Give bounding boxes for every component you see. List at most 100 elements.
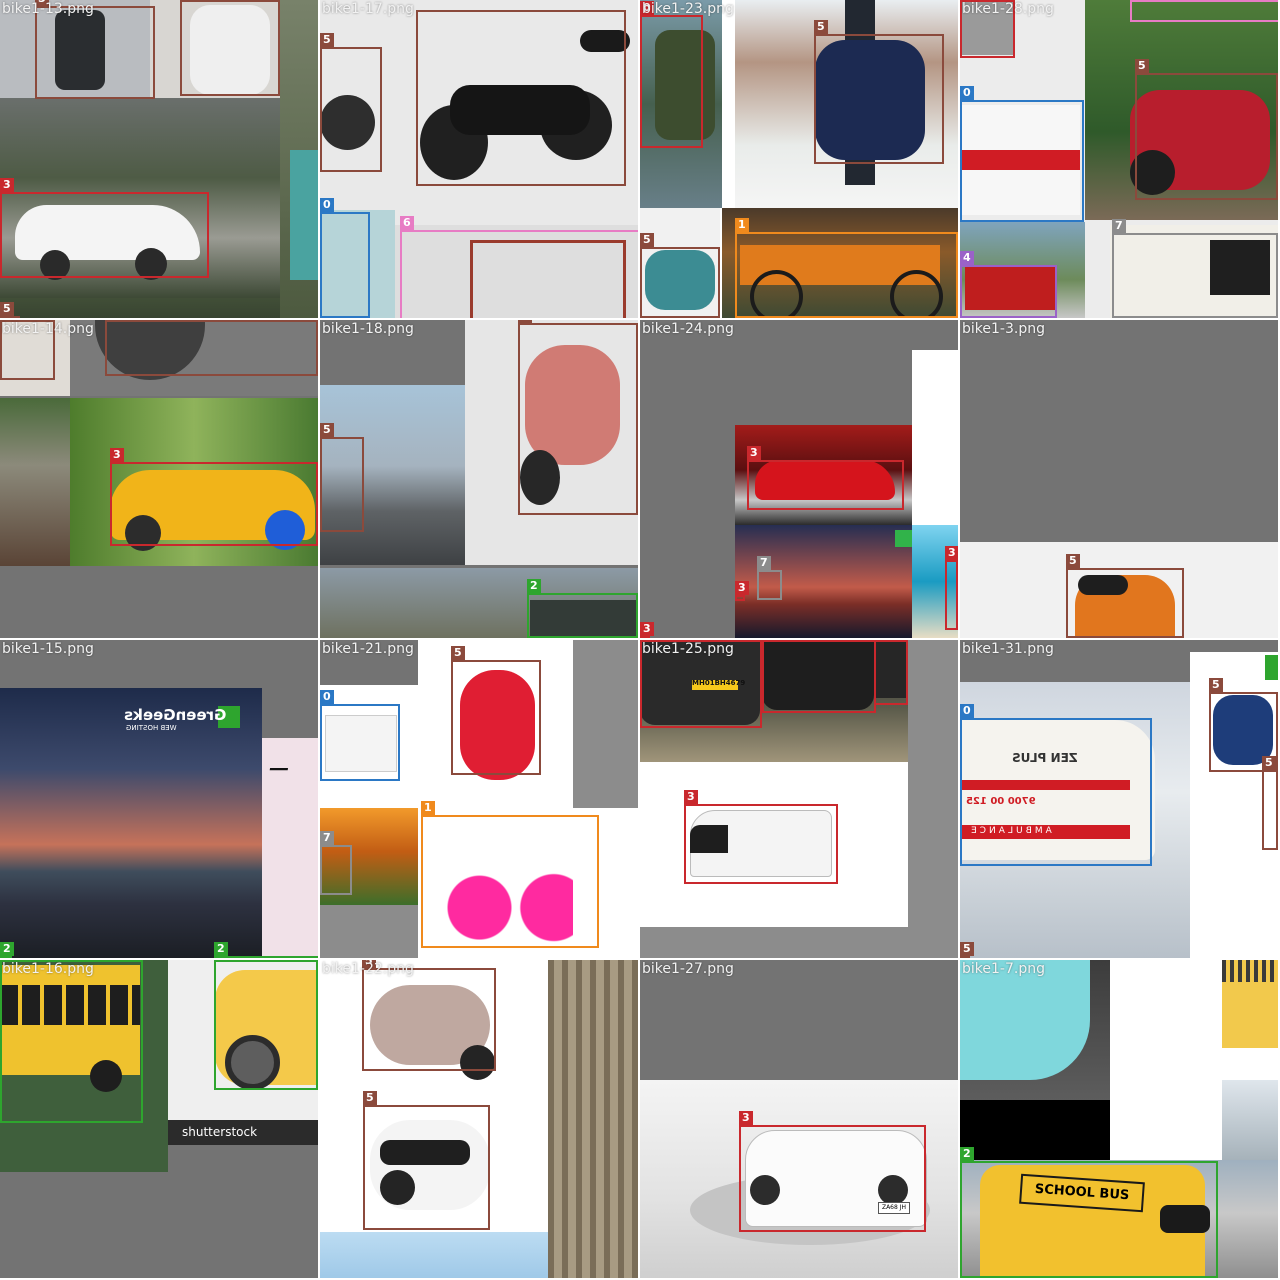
bbox: 0: [320, 690, 400, 781]
watermark-sub: WEB HOSTING: [126, 724, 177, 732]
bbox: 5: [320, 423, 364, 532]
tile-filename: bike1-17.png: [322, 1, 414, 17]
bbox-label: 2: [527, 579, 541, 593]
bbox: 3: [762, 640, 876, 713]
bbox-label: 5: [1262, 756, 1276, 770]
bbox: 1: [735, 218, 958, 318]
tile-filename: bike1-24.png: [642, 321, 734, 337]
bbox-label: 5: [451, 646, 465, 660]
watermark: shutterstock: [182, 1125, 258, 1139]
bbox-label: 3: [0, 178, 14, 192]
bbox: 2: [527, 579, 638, 638]
bbox-label: 4: [960, 251, 974, 265]
bbox-label: 3: [110, 448, 124, 462]
bbox: 6: [400, 216, 638, 318]
tile-bike1-24[interactable]: 3 7 3 3 3 bike1-24.png: [640, 320, 958, 638]
bbox-label: 5: [518, 320, 532, 323]
bbox: 3: [945, 546, 958, 630]
bbox: 4: [960, 251, 1057, 318]
bbox: 5: [363, 1091, 490, 1230]
bbox: 5: [1262, 756, 1278, 850]
watermark-brand: GreenGeeks: [124, 706, 227, 724]
tile-filename: bike1-3.png: [962, 321, 1045, 337]
bbox: 2: [960, 1147, 1218, 1278]
bbox-label: 5: [814, 20, 828, 34]
bbox: 5: [320, 33, 382, 172]
tile-bike1-25[interactable]: MH01BH4679 3 3 3 3 bike1-25.png: [640, 640, 958, 958]
tile-filename: bike1-16.png: [2, 961, 94, 977]
bbox-label: 0: [960, 86, 974, 100]
bbox: 5: [960, 942, 974, 958]
bbox: 3: [640, 622, 654, 638]
bbox-label: 5: [960, 942, 974, 956]
bbox-label: 1: [421, 801, 435, 815]
bbox-label: 3: [735, 581, 749, 595]
bbox: 5: [0, 302, 20, 318]
tile-bike1-13[interactable]: 5 3 5 bike1-13.png: [0, 0, 318, 318]
bbox-label: 5: [1135, 59, 1149, 73]
bbox-label: 5: [320, 423, 334, 437]
bbox: 7: [320, 831, 352, 895]
bbox-label: 5: [320, 33, 334, 47]
tile-filename: bike1-14.png: [2, 321, 94, 337]
bbox: 0: [960, 704, 1152, 866]
tile-bike1-18[interactable]: 5 5 2 bike1-18.png: [320, 320, 638, 638]
bbox-label: 5: [1209, 678, 1223, 692]
tile-bike1-7[interactable]: SCHOOL BUS 2 bike1-7.png: [960, 960, 1278, 1278]
bbox-label: 2: [0, 942, 14, 956]
tile-bike1-17[interactable]: 5 0 6 bike1-17.png: [320, 0, 638, 318]
bbox-label: 0: [320, 198, 334, 212]
bbox: 7: [1112, 219, 1278, 318]
bbox: 5: [814, 20, 944, 164]
bbox: [180, 0, 280, 96]
tile-filename: bike1-18.png: [322, 321, 414, 337]
bbox-label: 2: [214, 942, 228, 956]
tile-filename: bike1-23.png: [642, 1, 734, 17]
bbox-label: 3: [684, 790, 698, 804]
bbox: 5: [1066, 554, 1184, 638]
bbox: 3: [110, 448, 318, 546]
tile-bike1-21[interactable]: 5 0 7 1 bike1-21.png: [320, 640, 638, 958]
mosaic-grid: 5 3 5 bike1-13.png 5 0 6 bike1-17.png 0: [0, 0, 1280, 1280]
tile-bike1-14[interactable]: 5 5 3 bike1-14.png: [0, 320, 318, 638]
bbox: [1130, 0, 1278, 22]
bbox: 5: [518, 320, 638, 515]
bbox: 0: [320, 198, 370, 318]
bbox: 3: [684, 790, 838, 884]
bbox-label: 2: [960, 1147, 974, 1161]
bbox: 5: [35, 0, 155, 99]
tile-filename: bike1-7.png: [962, 961, 1045, 977]
bbox-label: 3: [945, 546, 958, 560]
tile-filename: bike1-25.png: [642, 641, 734, 657]
bbox: 3: [0, 178, 209, 278]
bbox-label: 6: [400, 216, 414, 230]
tile-bike1-23[interactable]: 0 5 5 1 bike1-23.png: [640, 0, 958, 318]
tile-bike1-22[interactable]: 5 5 bike1-22.png: [320, 960, 638, 1278]
tile-bike1-28[interactable]: 5 0 4 7 bike1-28.png: [960, 0, 1278, 318]
bbox: 5: [640, 233, 720, 318]
bbox: [416, 10, 626, 186]
bbox-label: 7: [757, 556, 771, 570]
bbox: 3: [874, 640, 908, 705]
bbox-label: 5: [640, 233, 654, 247]
bbox: 2: [214, 942, 318, 958]
tile-bike1-31[interactable]: ZEN PLUS 9700 00 125 AMBULANCE 0 5 5 5 b…: [960, 640, 1278, 958]
bbox: 5: [451, 646, 541, 775]
bbox: 2: [214, 960, 318, 1090]
tile-bike1-27[interactable]: ZA68 JH 3 bike1-27.png: [640, 960, 958, 1278]
bbox-label: 3: [640, 622, 654, 636]
bbox-label: 3: [747, 446, 761, 460]
tile-bike1-16[interactable]: shutterstock 2 2 bike1-16.png: [0, 960, 318, 1278]
bbox: 5: [362, 960, 496, 1071]
tile-bike1-15[interactable]: GreenGeeks WEB HOSTING ― 2 2 bike1-15.pn…: [0, 640, 318, 958]
bbox: 7: [757, 556, 782, 600]
tile-filename: bike1-22.png: [322, 961, 414, 977]
bbox: 3: [735, 581, 749, 601]
bbox-label: 5: [363, 1091, 377, 1105]
tile-bike1-3[interactable]: 5 bike1-3.png: [960, 320, 1278, 638]
bbox: 2: [0, 960, 143, 1123]
bbox-label: 1: [735, 218, 749, 232]
bbox-label: 0: [320, 690, 334, 704]
bbox-label: 7: [320, 831, 334, 845]
tile-filename: bike1-13.png: [2, 1, 94, 17]
